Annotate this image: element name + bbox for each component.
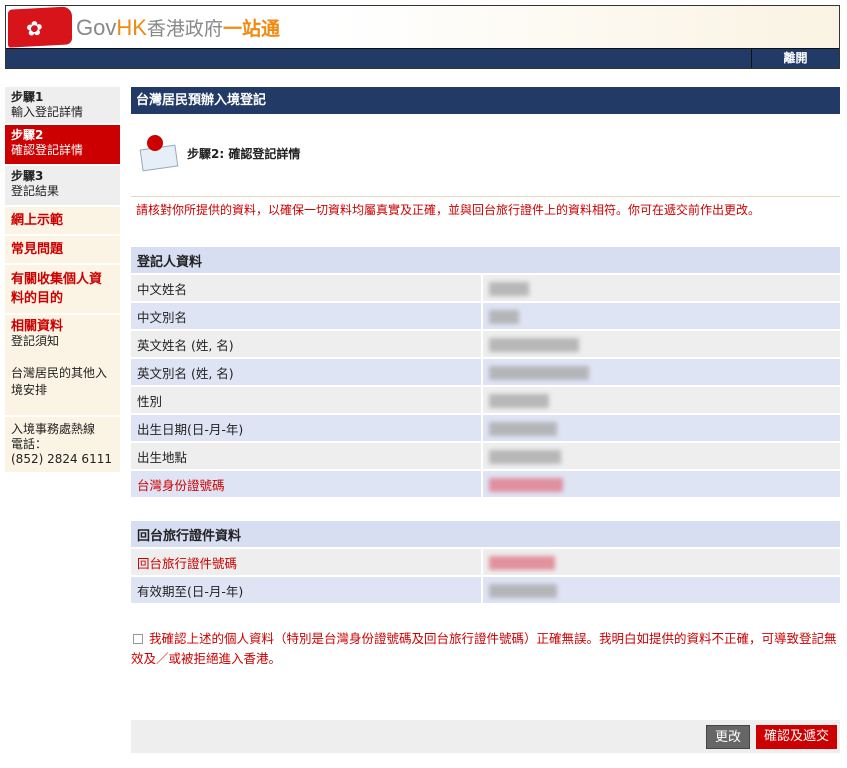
govhk-logo[interactable]: ✿ GovHK香港政府一站通 (6, 6, 839, 48)
field-value (483, 359, 840, 385)
phone-number: (852) 2824 6111 (11, 452, 112, 466)
exit-button[interactable]: 離開 (751, 49, 839, 68)
field-label: 回台旅行證件號碼 (131, 549, 483, 575)
amend-button[interactable]: 更改 (705, 724, 750, 749)
field-value (483, 577, 840, 603)
confirm-text: 我確認上述的個人資料（特別是台灣身份證號碼及回台旅行證件號碼）正確無誤。我明白如… (131, 631, 837, 666)
field-label: 中文姓名 (131, 275, 483, 301)
step3-sub: 登記結果 (11, 184, 60, 198)
field-label: 性別 (131, 387, 483, 413)
sidebar-link-faq[interactable]: 常見問題 (5, 236, 120, 265)
field-value (483, 443, 840, 469)
step1-sub: 輸入登記詳情 (11, 105, 84, 119)
field-value (483, 549, 840, 575)
field-value (483, 387, 840, 413)
field-label: 中文別名 (131, 303, 483, 329)
travel-document-table: 回台旅行證件資料 回台旅行證件號碼 有效期至(日-月-年) (131, 519, 840, 605)
hk-flag-icon: ✿ (8, 6, 72, 48)
main-content: 台灣居民預辦入境登記 步驟2: 確認登記詳情 請核對你所提供的資料，以確保一切資… (131, 87, 840, 669)
hotline-label: 入境事務處熱線 (11, 422, 96, 436)
field-value (483, 303, 840, 329)
step3-title: 步驟3 (11, 169, 44, 183)
link-other-arrangements[interactable]: 台灣居民的其他入境安排 (11, 365, 114, 399)
applicant-table: 登記人資料 中文姓名 中文別名 英文姓名 (姓, 名) 英文別名 (姓, 名) … (131, 245, 840, 499)
page-title: 台灣居民預辦入境登記 (131, 87, 840, 114)
field-value (483, 471, 840, 497)
section-heading: 登記人資料 (131, 247, 840, 273)
sidebar-step1: 步驟1 輸入登記詳情 (5, 87, 120, 125)
step-title: 步驟2: 確認登記詳情 (187, 146, 301, 161)
nav-bar: 離開 (6, 48, 839, 68)
step2-title: 步驟2 (11, 128, 44, 142)
action-bar: 更改 確認及遞交 (131, 720, 840, 753)
site-header: ✿ GovHK香港政府一站通 離開 (5, 5, 840, 69)
sidebar-hotline: 入境事務處熱線 電話： (852) 2824 6111 (5, 417, 120, 474)
field-label: 出生日期(日-月-年) (131, 415, 483, 441)
instruction-text: 請核對你所提供的資料，以確保一切資料均屬真實及正確，並與回台旅行證件上的資料相符… (131, 196, 840, 223)
sidebar-link-demo[interactable]: 網上示範 (5, 207, 120, 236)
phone-label: 電話： (11, 437, 48, 451)
sidebar-link-purpose[interactable]: 有關收集個人資料的目的 (5, 265, 120, 315)
link-notes[interactable]: 登記須知 (11, 334, 114, 349)
sidebar: 步驟1 輸入登記詳情 步驟2 確認登記詳情 步驟3 登記結果 網上示範 常見問題 有關… (5, 87, 120, 474)
field-label: 英文姓名 (姓, 名) (131, 331, 483, 357)
confirm-declaration: 我確認上述的個人資料（特別是台灣身份證號碼及回台旅行證件號碼）正確無誤。我明白如… (131, 629, 840, 669)
stamp-icon (135, 133, 179, 173)
sidebar-related: 相關資料 登記須知 台灣居民的其他入境安排 (5, 315, 120, 417)
step2-sub: 確認登記詳情 (11, 143, 84, 157)
field-label: 英文別名 (姓, 名) (131, 359, 483, 385)
field-label: 有效期至(日-月-年) (131, 577, 483, 603)
related-heading: 相關資料 (11, 319, 64, 334)
field-value (483, 415, 840, 441)
sidebar-step3: 步驟3 登記結果 (5, 166, 120, 207)
logo-text: GovHK香港政府一站通 (76, 14, 280, 40)
confirm-checkbox[interactable] (133, 634, 143, 644)
step1-title: 步驟1 (11, 90, 44, 104)
field-value (483, 275, 840, 301)
field-label: 台灣身份證號碼 (131, 471, 483, 497)
submit-button[interactable]: 確認及遞交 (755, 724, 837, 749)
section-heading: 回台旅行證件資料 (131, 521, 840, 547)
field-label: 出生地點 (131, 443, 483, 469)
field-value (483, 331, 840, 357)
step-header: 步驟2: 確認登記詳情 (131, 132, 840, 174)
sidebar-step2: 步驟2 確認登記詳情 (5, 125, 120, 166)
